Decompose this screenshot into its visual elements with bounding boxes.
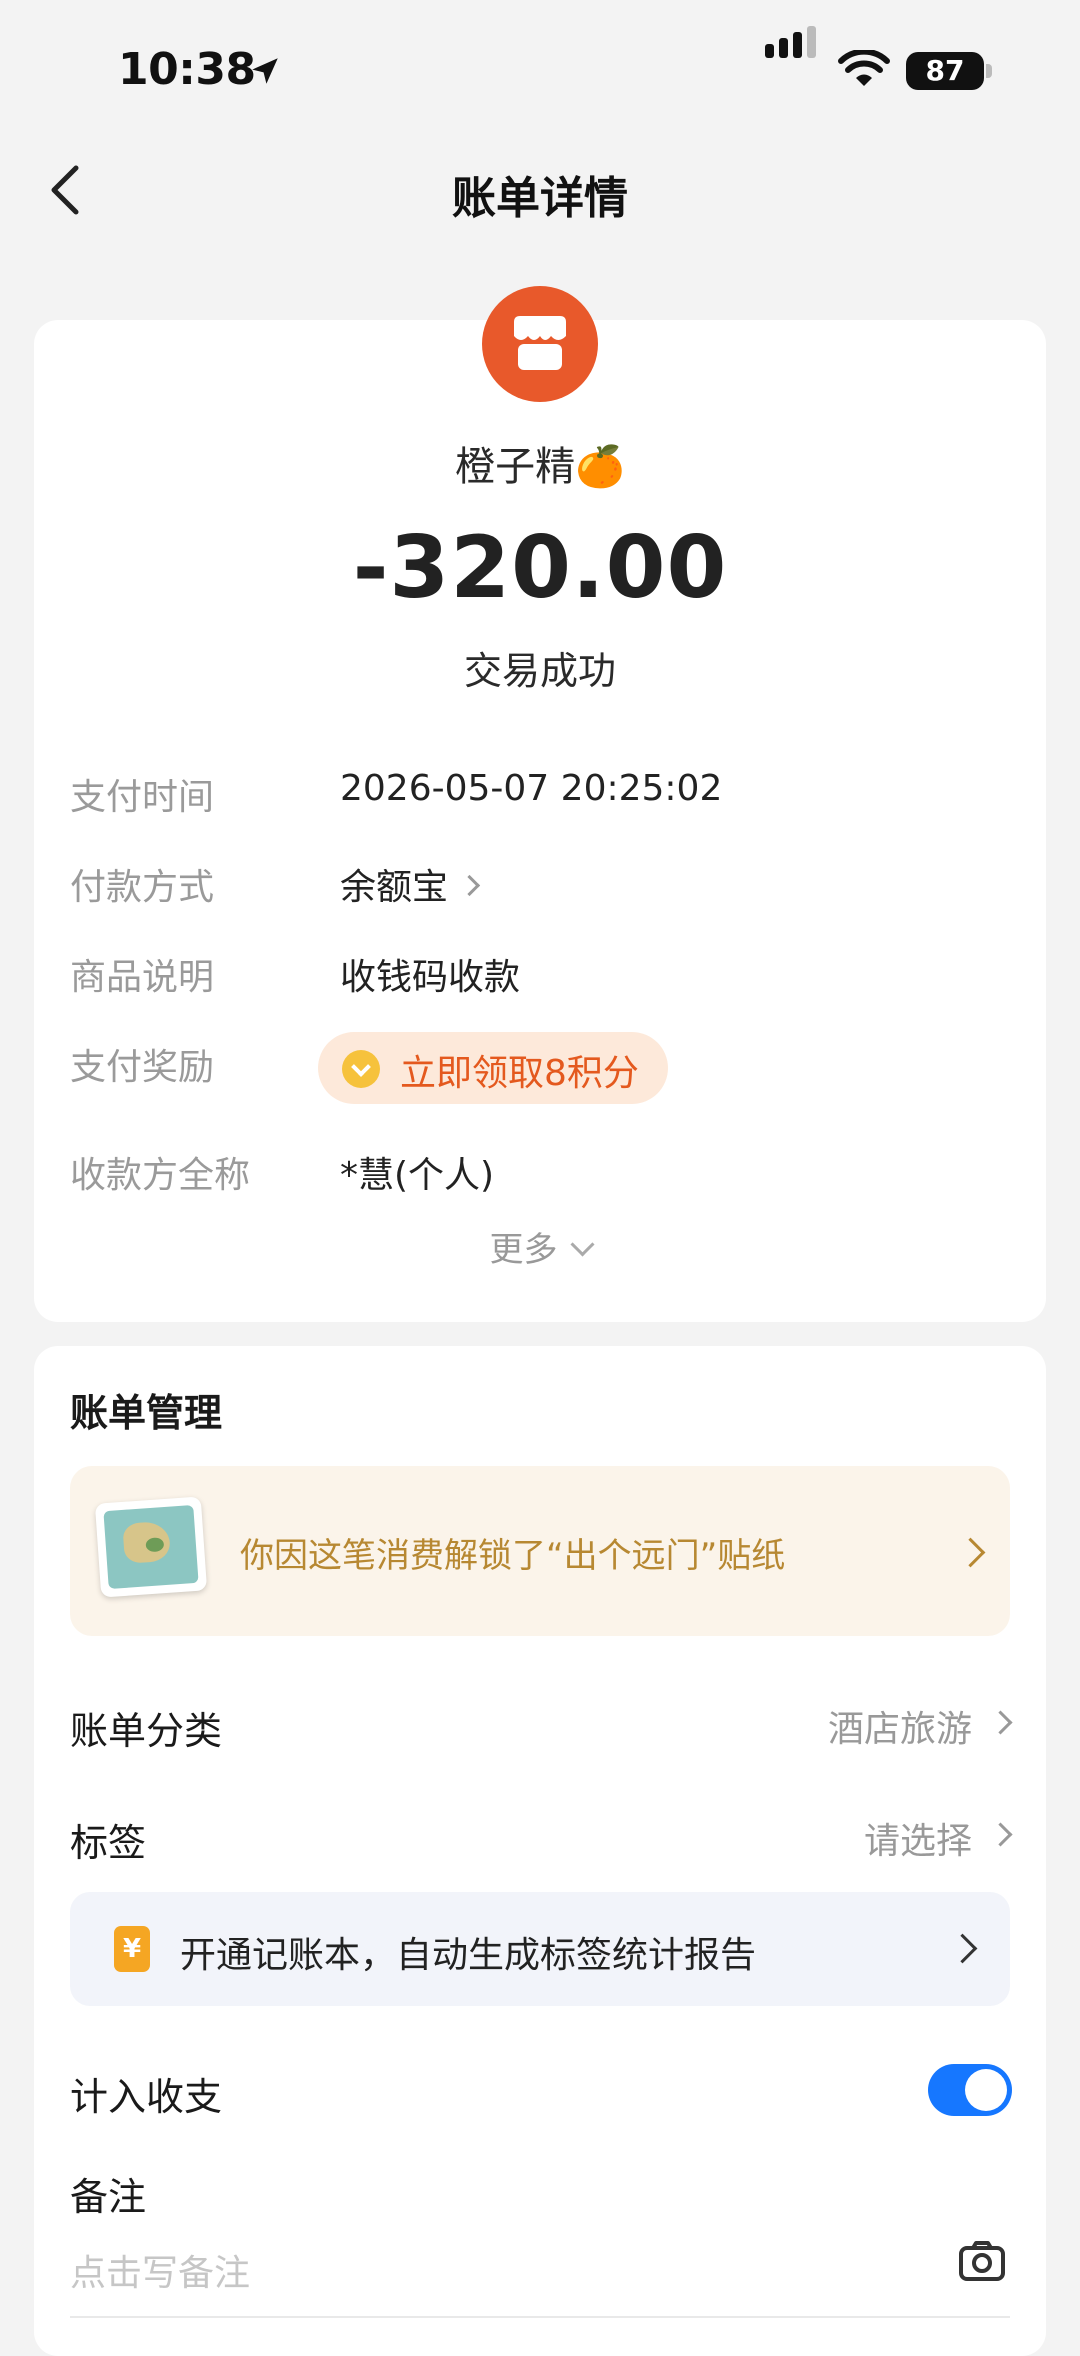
pay-method-value: 余额宝 (340, 867, 449, 908)
amount: -320.00 (352, 518, 728, 618)
points-coin-icon (342, 1050, 380, 1088)
divider (70, 2316, 1010, 2318)
merchant-avatar (482, 286, 598, 402)
ledger-promo-banner[interactable]: ¥ 开通记账本，自动生成标签统计报告 (70, 1892, 1010, 2006)
more-button[interactable]: 更多 (0, 1222, 1080, 1271)
category-value[interactable]: 酒店旅游 (828, 1700, 972, 1752)
wifi-icon (838, 50, 890, 86)
sticker-unlock-banner[interactable]: 你因这笔消费解锁了“出个远门”贴纸 (70, 1466, 1010, 1636)
tag-select[interactable]: 请选择 (864, 1812, 972, 1864)
ledger-ticket-icon: ¥ (114, 1926, 150, 1972)
detail-label-pay-time: 支付时间 (70, 777, 215, 818)
detail-label-reward: 支付奖励 (70, 1047, 215, 1088)
claim-points-button[interactable]: 立即领取8积分 (318, 1032, 668, 1104)
chevron-right-icon (458, 874, 481, 896)
chevron-right-icon (955, 1537, 986, 1568)
battery-cap (986, 64, 992, 78)
detail-label-pay-method: 付款方式 (70, 867, 215, 908)
tag-label: 标签 (70, 1821, 147, 1865)
pay-method-link[interactable]: 余额宝 (340, 858, 481, 910)
detail-label-payee: 收款方全称 (70, 1155, 251, 1196)
chevron-right-icon (947, 1933, 978, 1964)
page-title: 账单详情 (452, 173, 628, 224)
merchant-name: 橙子精🍊 (455, 444, 625, 490)
detail-value-payee: *慧(个人) (340, 1155, 495, 1196)
location-arrow-icon (252, 58, 278, 84)
detail-value-pay-time: 2026-05-07 20:25:02 (340, 768, 723, 809)
ledger-promo-text: 开通记账本，自动生成标签统计报告 (180, 1935, 757, 1976)
section-title: 账单管理 (70, 1391, 223, 1435)
memo-label: 备注 (70, 2175, 147, 2219)
sticker-text: 你因这笔消费解锁了“出个远门”贴纸 (240, 1536, 786, 1576)
status-time: 10:38 (118, 44, 256, 95)
status-bar: 10:38 87 (0, 0, 1080, 140)
battery-icon: 87 (906, 52, 984, 90)
store-icon (514, 316, 566, 370)
detail-label-product: 商品说明 (70, 957, 215, 998)
memo-input[interactable]: 点击写备注 (70, 2244, 250, 2296)
more-label: 更多 (489, 1230, 558, 1270)
claim-points-label: 立即领取8积分 (400, 1053, 639, 1094)
transaction-status: 交易成功 (463, 649, 616, 693)
category-label: 账单分类 (70, 1709, 223, 1753)
camera-icon[interactable] (958, 2240, 1006, 2282)
include-label: 计入收支 (70, 2075, 223, 2119)
chevron-down-icon (569, 1232, 595, 1257)
detail-value-product: 收钱码收款 (340, 957, 521, 998)
map-sticker-icon (94, 1496, 208, 1598)
toggle-knob (965, 2069, 1007, 2111)
include-toggle[interactable] (928, 2064, 1012, 2116)
